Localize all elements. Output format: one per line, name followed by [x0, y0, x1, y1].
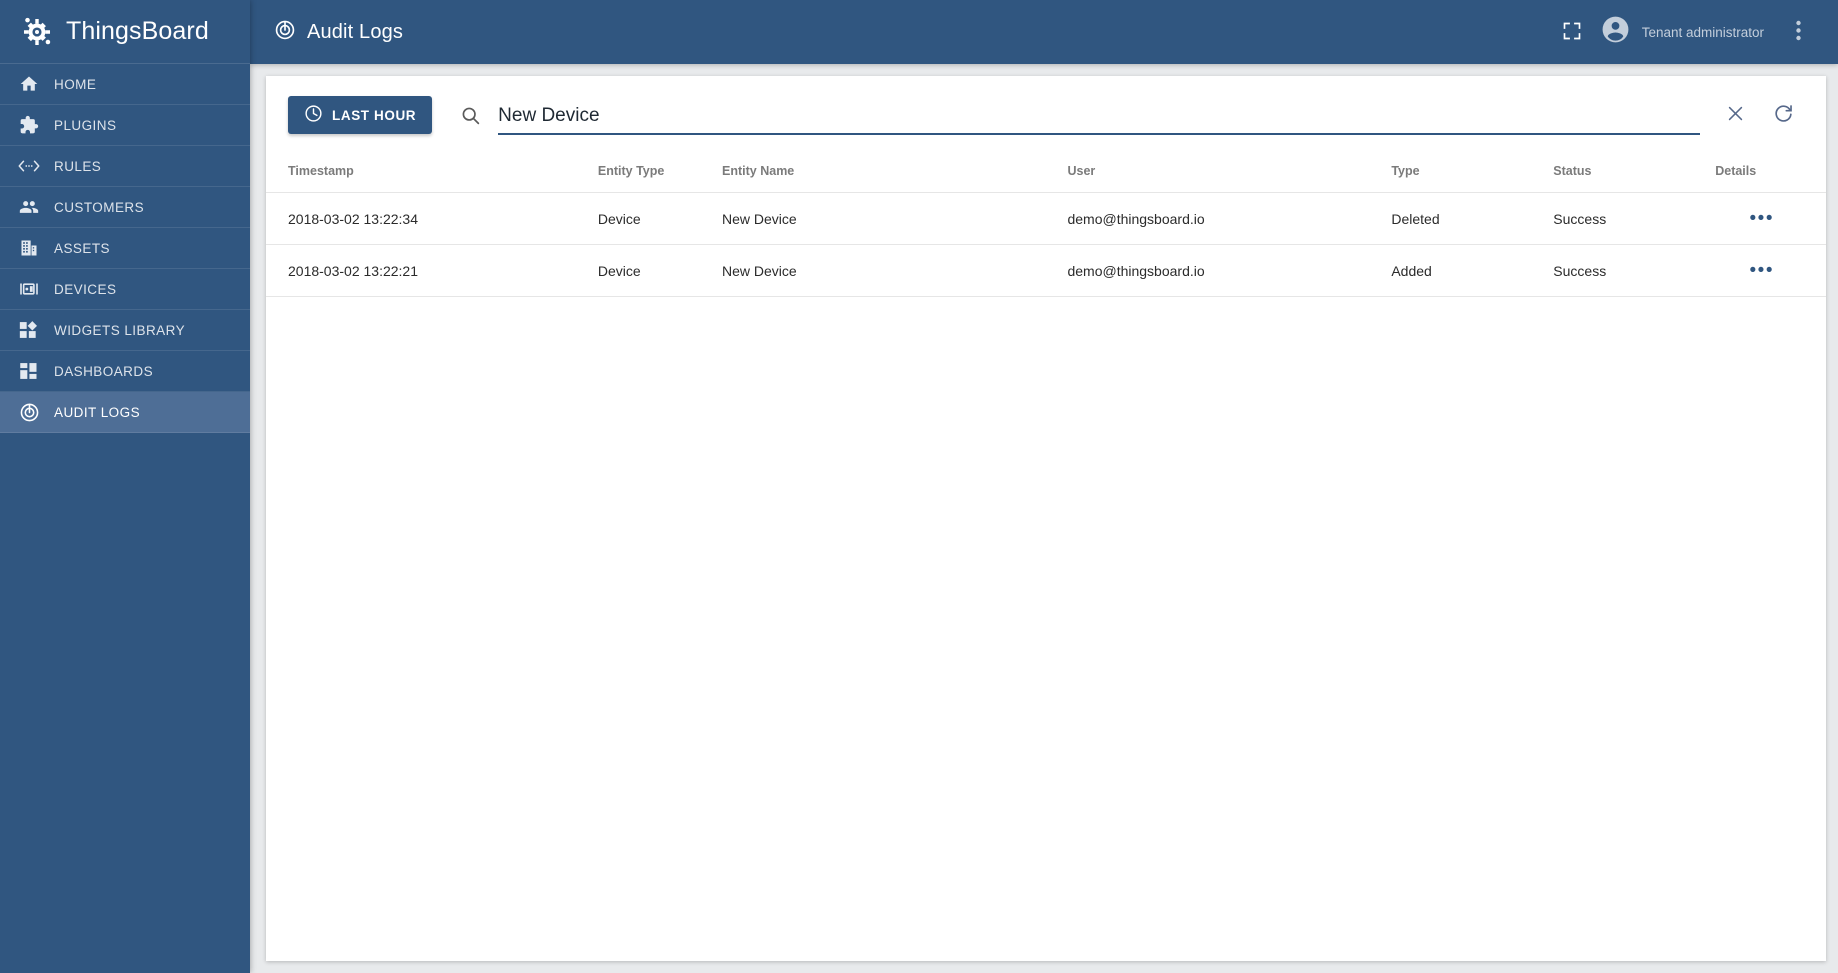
more-vert-icon — [1795, 20, 1801, 44]
column-header-status[interactable]: Status — [1545, 154, 1707, 193]
clear-search-button[interactable] — [1714, 94, 1756, 136]
sidebar-item-label: DASHBOARDS — [54, 363, 154, 379]
sidebar-item-home[interactable]: HOME — [0, 64, 250, 105]
dashboard-grid-icon — [18, 360, 40, 382]
cell-user: demo@thingsboard.io — [1059, 192, 1384, 245]
time-range-button[interactable]: LAST HOUR — [288, 96, 433, 134]
thingsboard-gear-logo-icon — [18, 13, 56, 51]
cell-entity-type: Device — [589, 192, 715, 245]
row-details-button[interactable]: ••• — [1746, 259, 1778, 282]
account-circle-icon — [1600, 14, 1631, 50]
sidebar-item-label: WIDGETS LIBRARY — [54, 322, 186, 338]
sidebar-item-assets[interactable]: ASSETS — [0, 228, 250, 269]
audit-logs-table-wrap: Timestamp Entity Type Entity Name User T… — [266, 154, 1826, 961]
sidebar-item-label: AUDIT LOGS — [54, 404, 141, 420]
cell-entity-name: New Device — [714, 192, 1060, 245]
toolbar-actions: Tenant administrator — [1550, 10, 1820, 54]
column-header-user[interactable]: User — [1059, 154, 1383, 193]
content-area: LAST HOUR New Device Timestamp Entity Ty… — [250, 64, 1838, 973]
code-brackets-icon — [18, 155, 40, 177]
sidebar-item-label: PLUGINS — [54, 117, 117, 133]
user-name: Tenant administrator — [1641, 24, 1764, 40]
column-header-type[interactable]: Type — [1383, 154, 1545, 193]
fullscreen-icon — [1562, 21, 1582, 44]
audit-logs-table: Timestamp Entity Type Entity Name User T… — [266, 154, 1826, 297]
search-toolbar: LAST HOUR — [266, 76, 1826, 154]
table-row[interactable]: 2018-03-02 13:22:34 Device New Device de… — [266, 192, 1826, 245]
search-input[interactable] — [498, 105, 1700, 135]
sidebar-item-dashboards[interactable]: DASHBOARDS — [0, 351, 250, 392]
cell-details: ••• — [1707, 192, 1826, 245]
refresh-icon — [1773, 103, 1794, 127]
time-range-label: LAST HOUR — [332, 107, 417, 123]
sidebar-item-rules[interactable]: RULES — [0, 146, 250, 187]
device-hub-icon — [18, 278, 40, 300]
cell-timestamp: 2018-03-02 13:22:34 — [266, 192, 590, 245]
cell-user: demo@thingsboard.io — [1059, 244, 1384, 297]
sidebar-item-plugins[interactable]: PLUGINS — [0, 105, 250, 146]
clock-icon — [304, 104, 323, 126]
people-icon — [18, 196, 40, 218]
fullscreen-button[interactable] — [1550, 10, 1594, 54]
column-header-entity-type[interactable]: Entity Type — [590, 154, 714, 193]
close-icon — [1726, 104, 1745, 126]
column-header-entity-name[interactable]: Entity Name — [714, 154, 1059, 193]
cell-entity-type: Device — [589, 244, 715, 297]
building-icon — [18, 237, 40, 259]
cell-status: Success — [1545, 192, 1708, 245]
cell-type: Added — [1383, 244, 1546, 297]
sidebar-item-label: HOME — [54, 76, 97, 92]
sidebar-item-audit-logs[interactable]: AUDIT LOGS — [0, 392, 250, 433]
sidebar-nav: HOME PLUGINS RULES CUSTOMERS ASSETS DEVI… — [0, 64, 250, 433]
cell-timestamp: 2018-03-02 13:22:21 — [266, 244, 590, 297]
sidebar-item-label: RULES — [54, 158, 102, 174]
user-menu[interactable]: Tenant administrator — [1598, 14, 1772, 50]
brand-name: ThingsBoard — [66, 17, 209, 45]
table-row[interactable]: 2018-03-02 13:22:21 Device New Device de… — [266, 244, 1826, 297]
column-header-details: Details — [1715, 164, 1757, 178]
cell-details: ••• — [1707, 244, 1826, 297]
top-toolbar: Audit Logs Tenant administrator — [250, 0, 1838, 64]
sidebar-item-label: DEVICES — [54, 281, 117, 297]
search-icon — [446, 105, 494, 126]
sidebar-item-widgets-library[interactable]: WIDGETS LIBRARY — [0, 310, 250, 351]
more-options-button[interactable] — [1776, 10, 1820, 54]
refresh-button[interactable] — [1762, 94, 1804, 136]
page-title: Audit Logs — [307, 20, 404, 43]
page-title-group: Audit Logs — [274, 19, 403, 46]
cell-status: Success — [1545, 244, 1708, 297]
app-root: ThingsBoard HOME PLUGINS RULES CUSTOMERS… — [0, 0, 1838, 973]
row-details-button[interactable]: ••• — [1746, 207, 1778, 230]
sidebar: ThingsBoard HOME PLUGINS RULES CUSTOMERS… — [0, 0, 250, 973]
table-head: Timestamp Entity Type Entity Name User T… — [266, 154, 1826, 193]
search-field — [498, 95, 1700, 135]
column-header-timestamp[interactable]: Timestamp — [266, 154, 590, 193]
audit-logs-card: LAST HOUR New Device Timestamp Entity Ty… — [266, 76, 1826, 961]
sidebar-item-label: CUSTOMERS — [54, 199, 145, 215]
main-column: Audit Logs Tenant administrator LAST HOU… — [250, 0, 1838, 973]
cell-entity-name: New Device — [714, 244, 1060, 297]
widgets-icon — [18, 319, 40, 341]
home-icon — [18, 73, 40, 95]
search-actions — [1714, 94, 1804, 136]
cell-type: Deleted — [1383, 192, 1546, 245]
sidebar-item-customers[interactable]: CUSTOMERS — [0, 187, 250, 228]
table-header-row: Timestamp Entity Type Entity Name User T… — [266, 154, 1826, 193]
sidebar-item-devices[interactable]: DEVICES — [0, 269, 250, 310]
track-changes-icon — [18, 401, 40, 423]
sidebar-item-label: ASSETS — [54, 240, 110, 256]
track-changes-icon — [274, 19, 296, 46]
puzzle-piece-icon — [18, 114, 40, 136]
brand[interactable]: ThingsBoard — [0, 0, 250, 64]
table-body: 2018-03-02 13:22:34 Device New Device de… — [266, 192, 1826, 297]
